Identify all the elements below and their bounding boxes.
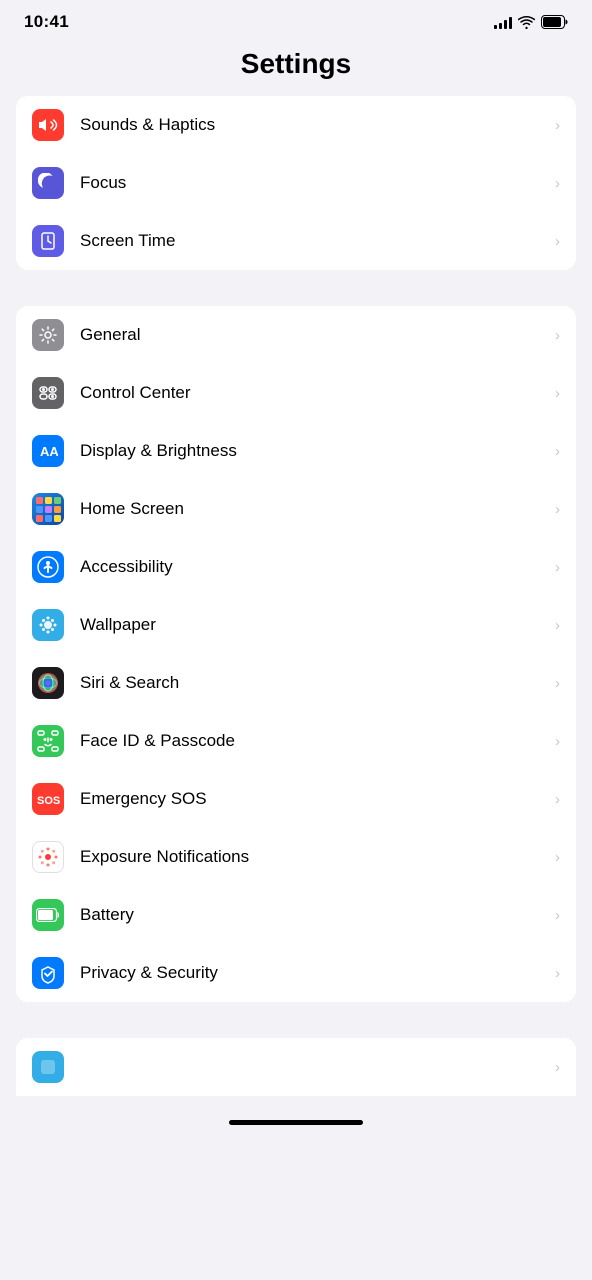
status-time: 10:41 xyxy=(24,12,69,32)
chevron-icon: › xyxy=(555,1059,560,1076)
face-id-label: Face ID & Passcode xyxy=(80,731,547,751)
general-row[interactable]: General › xyxy=(16,306,576,364)
status-icons xyxy=(494,15,568,29)
privacy-security-row[interactable]: Privacy & Security › xyxy=(16,944,576,1002)
focus-row[interactable]: Focus › xyxy=(16,154,576,212)
page-title: Settings xyxy=(0,48,592,80)
wallpaper-icon xyxy=(32,609,64,641)
control-center-icon xyxy=(32,377,64,409)
general-icon xyxy=(32,319,64,351)
chevron-icon: › xyxy=(555,965,560,982)
control-center-label: Control Center xyxy=(80,383,547,403)
sounds-haptics-icon xyxy=(32,109,64,141)
settings-section-1: Sounds & Haptics › Focus › Screen Time › xyxy=(16,96,576,270)
chevron-icon: › xyxy=(555,501,560,518)
chevron-icon: › xyxy=(555,849,560,866)
signal-icon xyxy=(494,15,512,29)
battery-row[interactable]: Battery › xyxy=(16,886,576,944)
chevron-icon: › xyxy=(555,675,560,692)
face-id-row[interactable]: Face ID & Passcode › xyxy=(16,712,576,770)
general-label: General xyxy=(80,325,547,345)
page-header: Settings xyxy=(0,40,592,96)
display-brightness-label: Display & Brightness xyxy=(80,441,547,461)
bottom-peek-row[interactable]: › xyxy=(16,1038,576,1096)
screen-time-icon xyxy=(32,225,64,257)
accessibility-label: Accessibility xyxy=(80,557,547,577)
chevron-icon: › xyxy=(555,907,560,924)
siri-icon xyxy=(32,667,64,699)
display-brightness-icon: AA xyxy=(32,435,64,467)
control-center-row[interactable]: Control Center › xyxy=(16,364,576,422)
display-brightness-row[interactable]: AA Display & Brightness › xyxy=(16,422,576,480)
bottom-peek-icon xyxy=(32,1051,64,1083)
siri-search-row[interactable]: Siri & Search › xyxy=(16,654,576,712)
chevron-icon: › xyxy=(555,117,560,134)
battery-label: Battery xyxy=(80,905,547,925)
privacy-security-icon xyxy=(32,957,64,989)
sounds-haptics-row[interactable]: Sounds & Haptics › xyxy=(16,96,576,154)
exposure-notifications-label: Exposure Notifications xyxy=(80,847,547,867)
exposure-notifications-row[interactable]: Exposure Notifications › xyxy=(16,828,576,886)
face-id-icon xyxy=(32,725,64,757)
sounds-haptics-label: Sounds & Haptics xyxy=(80,115,547,135)
svg-text:AA: AA xyxy=(40,444,58,459)
exposure-icon xyxy=(32,841,64,873)
settings-section-2: General › Control Center › AA Display & … xyxy=(16,306,576,1002)
emergency-sos-icon: SOS xyxy=(32,783,64,815)
battery-row-icon xyxy=(32,899,64,931)
chevron-icon: › xyxy=(555,617,560,634)
home-indicator xyxy=(0,1112,592,1141)
bottom-peek-section: › xyxy=(16,1038,576,1096)
chevron-icon: › xyxy=(555,559,560,576)
home-screen-label: Home Screen xyxy=(80,499,547,519)
screen-time-label: Screen Time xyxy=(80,231,547,251)
siri-search-label: Siri & Search xyxy=(80,673,547,693)
chevron-icon: › xyxy=(555,233,560,250)
accessibility-icon xyxy=(32,551,64,583)
home-bar xyxy=(229,1120,363,1125)
home-screen-icon xyxy=(32,493,64,525)
battery-icon xyxy=(541,15,568,29)
focus-label: Focus xyxy=(80,173,547,193)
wallpaper-label: Wallpaper xyxy=(80,615,547,635)
screen-time-row[interactable]: Screen Time › xyxy=(16,212,576,270)
accessibility-row[interactable]: Accessibility › xyxy=(16,538,576,596)
status-bar: 10:41 xyxy=(0,0,592,40)
chevron-icon: › xyxy=(555,791,560,808)
chevron-icon: › xyxy=(555,443,560,460)
emergency-sos-row[interactable]: SOS Emergency SOS › xyxy=(16,770,576,828)
wifi-icon xyxy=(518,15,535,29)
chevron-icon: › xyxy=(555,385,560,402)
home-screen-row[interactable]: Home Screen › xyxy=(16,480,576,538)
privacy-security-label: Privacy & Security xyxy=(80,963,547,983)
wallpaper-row[interactable]: Wallpaper › xyxy=(16,596,576,654)
focus-icon xyxy=(32,167,64,199)
emergency-sos-label: Emergency SOS xyxy=(80,789,547,809)
chevron-icon: › xyxy=(555,733,560,750)
chevron-icon: › xyxy=(555,327,560,344)
svg-text:SOS: SOS xyxy=(37,795,60,806)
chevron-icon: › xyxy=(555,175,560,192)
